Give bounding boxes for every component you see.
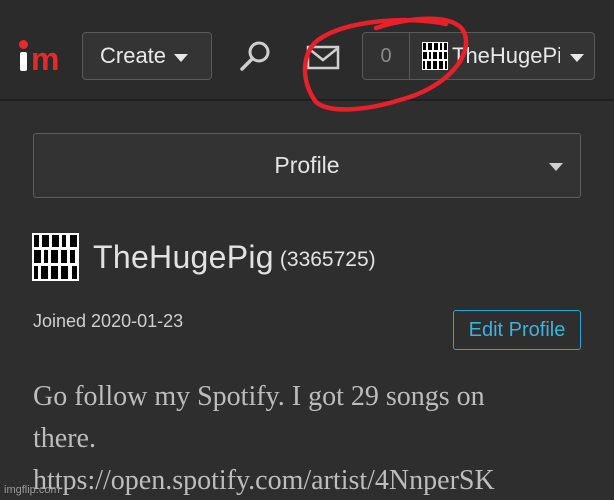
mail-icon[interactable] [305,43,341,71]
imgflip-watermark: imgflip.com [4,484,60,496]
bio-line: Go follow my Spotify. I got 29 songs on [33,381,485,412]
profile-select-label: Profile [274,152,340,178]
profile-user-id: (3365725) [279,248,376,271]
chevron-down-icon [570,53,584,62]
top-navigation-bar: m Create 0 TheHugePig [0,0,614,101]
user-avatar-small [422,42,448,70]
profile-username: TheHugePig [93,238,274,275]
edit-profile-button[interactable]: Edit Profile [453,310,581,350]
profile-avatar[interactable] [32,233,79,281]
notification-count-badge[interactable]: 0 [362,32,410,80]
logo-i-stem [20,52,27,71]
chevron-down-icon [174,53,189,62]
bio-link[interactable]: https://open.spotify.com/artist/4NnperSK [33,460,593,500]
notification-count: 0 [380,44,392,67]
user-menu-button[interactable]: TheHugePig [409,32,595,80]
bio-line: there. [33,423,96,454]
create-menu-button[interactable]: Create [82,32,212,80]
chevron-down-icon [549,163,563,171]
profile-section-select[interactable]: Profile [33,133,581,198]
profile-bio: Go follow my Spotify. I got 29 songs on … [33,376,593,500]
search-icon[interactable] [238,38,274,74]
edit-profile-label: Edit Profile [468,318,566,341]
create-button-label: Create [100,43,167,68]
joined-date: Joined 2020-01-23 [33,311,184,331]
header-username: TheHugePig [452,43,560,68]
logo-i-dot [19,40,28,49]
logo-m-letter: m [31,41,59,77]
imgflip-logo[interactable]: m [18,38,66,76]
profile-header: TheHugePig (3365725) [32,232,376,282]
